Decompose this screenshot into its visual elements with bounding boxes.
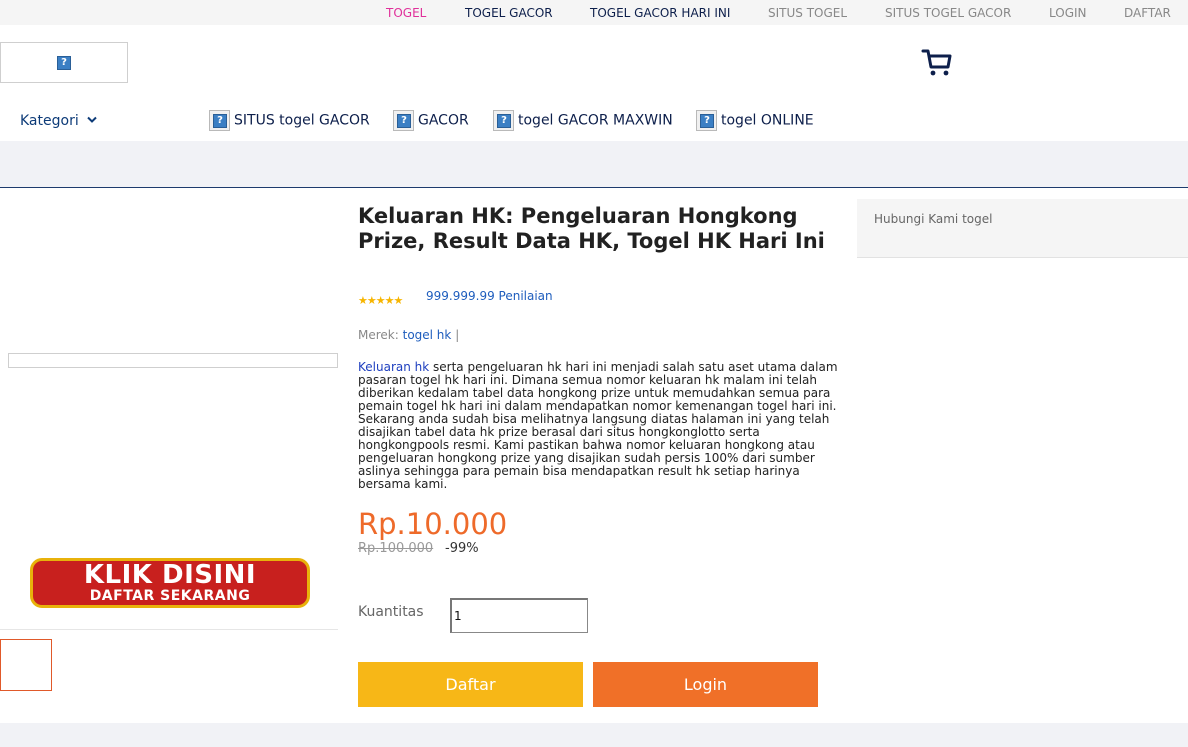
chevron-down-icon bbox=[87, 116, 97, 123]
nav-image: ? bbox=[393, 110, 414, 131]
broken-image-icon: ? bbox=[213, 114, 227, 128]
login-button[interactable]: Login bbox=[593, 662, 818, 707]
nav-label: GACOR bbox=[418, 112, 469, 129]
product-description: Keluaran hk serta pengeluaran hk hari in… bbox=[358, 361, 840, 491]
top-link-situs-togel-gacor[interactable]: SITUS TOGEL GACOR bbox=[885, 6, 1011, 20]
product-thumbnail[interactable] bbox=[0, 639, 52, 691]
top-link-daftar[interactable]: DAFTAR bbox=[1124, 6, 1171, 20]
broken-image-icon: ? bbox=[497, 114, 511, 128]
sub-header-bar bbox=[0, 141, 1188, 188]
top-bar: TOGEL TOGEL GACOR TOGEL GACOR HARI INI S… bbox=[0, 0, 1188, 25]
brand-link[interactable]: togel hk bbox=[403, 328, 452, 342]
rating-count-link[interactable]: 999.999.99 Penilaian bbox=[426, 289, 553, 303]
cart-icon[interactable] bbox=[921, 48, 953, 78]
nav-togel-online[interactable]: ? togel ONLINE bbox=[696, 110, 814, 131]
quantity-input[interactable] bbox=[450, 598, 588, 633]
quantity-label: Kuantitas bbox=[358, 604, 424, 620]
top-link-togel-gacor-hari-ini[interactable]: TOGEL GACOR HARI INI bbox=[590, 6, 730, 20]
nav-togel-gacor-maxwin[interactable]: ? togel GACOR MAXWIN bbox=[493, 110, 673, 131]
product-title: Keluaran HK: Pengeluaran Hongkong Prize,… bbox=[358, 204, 825, 253]
discount-badge: -99% bbox=[445, 541, 479, 556]
brand-separator: | bbox=[455, 328, 460, 342]
footer-strip bbox=[0, 723, 1188, 747]
nav-gacor[interactable]: ? GACOR bbox=[393, 110, 469, 131]
banner-line2: DAFTAR SEKARANG bbox=[89, 588, 251, 604]
contact-text[interactable]: Hubungi Kami togel bbox=[874, 212, 992, 226]
top-link-togel-gacor[interactable]: TOGEL GACOR bbox=[465, 6, 553, 20]
nav-situs-togel-gacor[interactable]: ? SITUS togel GACOR bbox=[209, 110, 370, 131]
nav-label: togel GACOR MAXWIN bbox=[518, 112, 673, 129]
nav-label: togel ONLINE bbox=[721, 112, 814, 129]
description-link[interactable]: Keluaran hk bbox=[358, 360, 429, 374]
original-price: Rp.100.000 bbox=[358, 541, 434, 556]
divider bbox=[0, 629, 338, 630]
description-text: serta pengeluaran hk hari ini menjadi sa… bbox=[358, 360, 838, 491]
daftar-button[interactable]: Daftar bbox=[358, 662, 583, 707]
broken-image-icon: ? bbox=[397, 114, 411, 128]
kategori-label: Kategori bbox=[20, 113, 79, 129]
site-logo[interactable]: ? bbox=[0, 42, 128, 83]
banner-line1: KLIK DISINI bbox=[83, 560, 257, 590]
nav-image: ? bbox=[493, 110, 514, 131]
nav-image: ? bbox=[209, 110, 230, 131]
nav-image: ? bbox=[696, 110, 717, 131]
product-price: Rp.10.000 bbox=[358, 507, 508, 541]
klik-disini-banner[interactable]: KLIK DISINI DAFTAR SEKARANG bbox=[30, 558, 310, 608]
broken-image-icon: ? bbox=[57, 56, 71, 70]
top-link-login[interactable]: LOGIN bbox=[1049, 6, 1087, 20]
product-image-slot bbox=[8, 353, 338, 368]
kategori-dropdown[interactable]: Kategori bbox=[20, 113, 97, 129]
star-icon: ★ bbox=[393, 294, 404, 307]
top-link-situs-togel[interactable]: SITUS TOGEL bbox=[768, 6, 847, 20]
nav-label: SITUS togel GACOR bbox=[234, 112, 370, 129]
top-link-togel[interactable]: TOGEL bbox=[386, 6, 426, 20]
brand-row: Merek: togel hk | bbox=[358, 328, 459, 342]
brand-label: Merek: bbox=[358, 328, 399, 342]
broken-image-icon: ? bbox=[700, 114, 714, 128]
contact-box: Hubungi Kami togel bbox=[857, 199, 1188, 258]
rating-stars: ★★★★★ bbox=[358, 289, 404, 308]
